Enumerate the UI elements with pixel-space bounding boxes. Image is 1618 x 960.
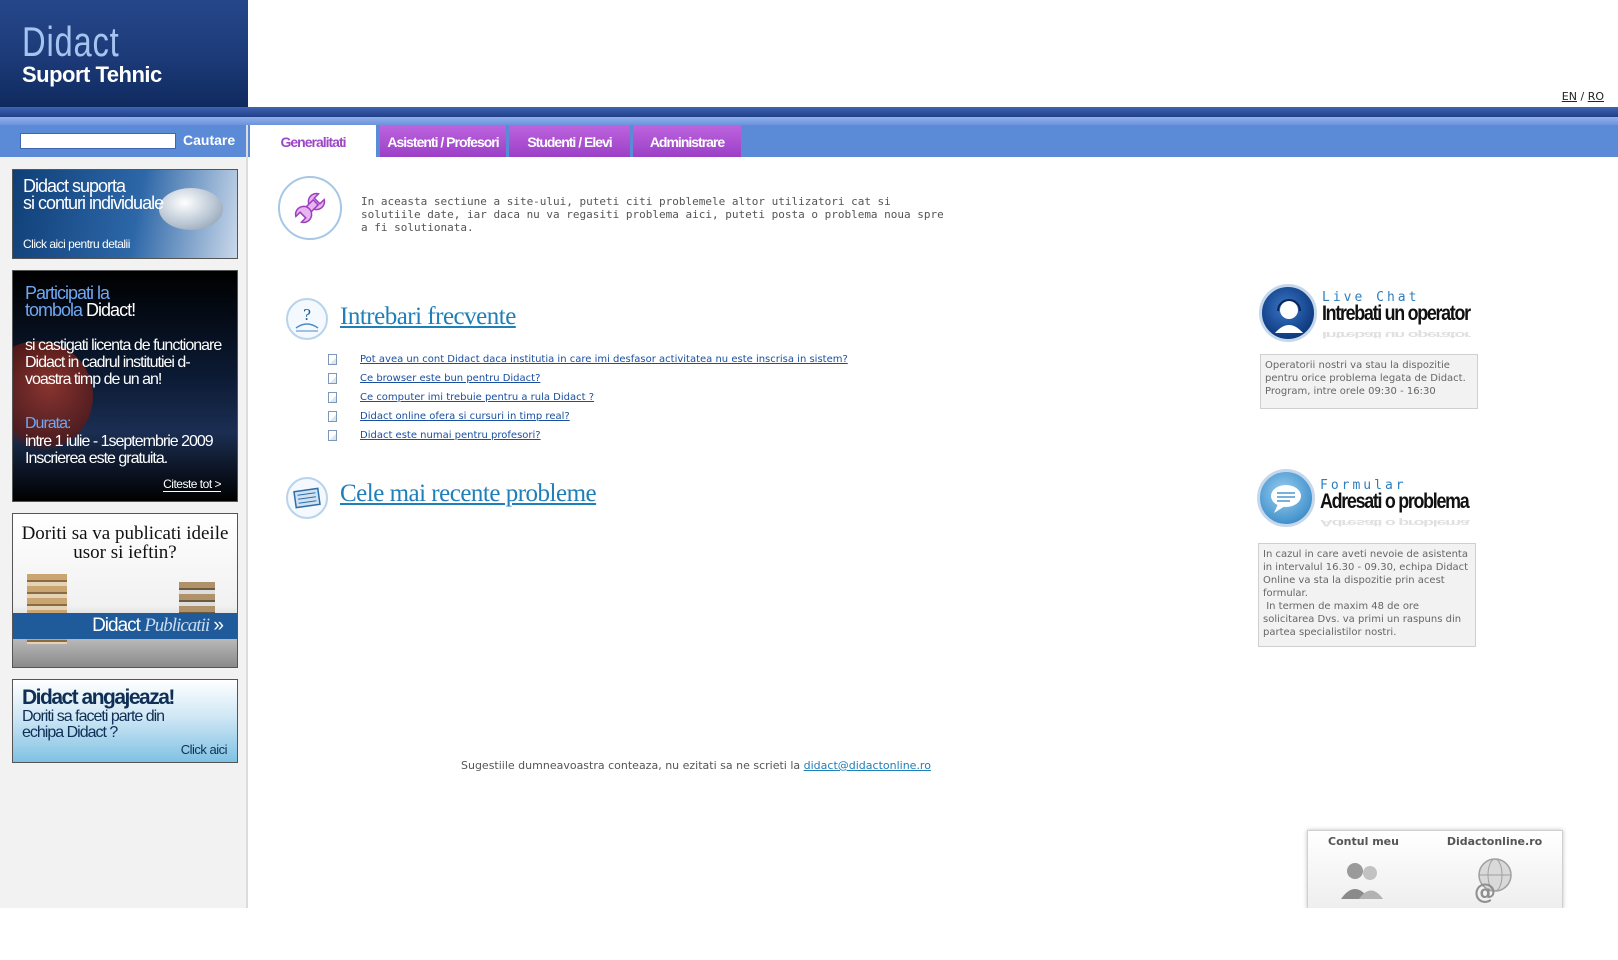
submit-problem-link[interactable]: Adresati o problema [1320,490,1470,514]
banner-line: si conturi individuale [23,193,164,213]
page-bottom [0,908,1618,960]
banner-body: si castigati licenta de functionare Dida… [25,337,222,388]
chevron-right-icon: » [209,615,224,636]
banner-publicatii[interactable]: Doriti sa va publicati ideile usor si ie… [12,513,238,668]
submit-problem-reflection: Adresati o problema [1320,517,1469,528]
tab-generalitati[interactable]: Generalitati [250,125,376,157]
header-band [0,107,1618,117]
sidebar: Cautare Didact suporta si conturi indivi… [0,125,248,908]
account-label: Contul meu [1328,835,1399,848]
account-link[interactable]: Contul meu [1308,831,1435,909]
banner-individual-accounts[interactable]: Didact suporta si conturi individuale Cl… [12,169,238,259]
banner-line: usor si ieftin? [73,542,177,563]
banner-jobs[interactable]: Didact angajeaza! Doriti sa faceti parte… [12,679,238,763]
lang-separator: / [1580,90,1585,103]
form-info: In cazul in care aveti nevoie de asisten… [1258,543,1476,647]
newspaper-icon [286,477,328,519]
banner-line: Doriti sa faceti parte din [22,708,165,725]
document-icon [328,354,337,365]
headset-icon[interactable] [1259,284,1317,342]
logo-part: Didact [92,615,145,636]
form-info-line: In termen de maxim 48 de ore solicitarea… [1263,601,1462,638]
tab-bar: Generalitati Asistenti / Profesori Stude… [248,125,1618,157]
publicatii-logo: Didact Publicatii » [92,615,224,637]
tab-asistenti-profesori[interactable]: Asistenti / Profesori [380,125,506,157]
banner-cta: Click aici pentru detalii [23,237,130,251]
banner-durata: intre 1 iulie - 1septembrie 2009 Inscrie… [25,433,214,467]
document-icon [328,430,337,441]
faq-title[interactable]: Intrebari frecvente [340,303,516,331]
faq-link[interactable]: Ce browser este bun pentru Didact? [360,373,540,384]
header-band-light [0,117,1618,125]
wrench-icon [278,176,342,240]
banner-title-2a: tombola [25,300,87,320]
quick-links: Contul meu Didactonline.ro @ [1307,830,1563,909]
faq-link[interactable]: Didact este numai pentru profesori? [360,430,541,441]
logo-subtitle: Suport Tehnic [22,62,162,87]
faq-link[interactable]: Pot avea un cont Didact daca institutia … [360,354,848,365]
speech-bubble-icon[interactable] [1257,469,1315,527]
banner-title: Didact angajeaza! [22,686,175,709]
site-label: Didactonline.ro [1446,835,1543,848]
globe-at-icon: @ [1469,855,1517,905]
chat-info: Operatorii nostri va stau la dispozitie … [1260,354,1478,409]
banner-line: Doriti sa va publicati ideile [21,523,229,544]
email-link[interactable]: didact@didactonline.ro [804,759,931,772]
svg-text:?: ? [303,306,311,324]
faq-link[interactable]: Didact online ofera si cursuri in timp r… [360,411,570,422]
intro-text: In aceasta sectiune a site-ului, puteti … [361,195,944,234]
suggestion-text: Sugestiile dumneavoastra conteaza, nu ez… [461,759,931,772]
header-area [248,0,1618,107]
svg-text:@: @ [1474,880,1496,903]
search-button[interactable]: Cautare [183,132,235,148]
recent-problems-title[interactable]: Cele mai recente probleme [340,480,597,508]
suggestion-label: Sugestiile dumneavoastra conteaza, nu ez… [461,759,804,772]
document-icon [328,392,337,403]
tab-studenti-elevi[interactable]: Studenti / Elevi [509,125,630,157]
lang-ro-link[interactable]: RO [1588,90,1604,103]
language-switcher: EN / RO [1562,90,1604,103]
banner-cta: Click aici [180,742,228,757]
tab-administrare[interactable]: Administrare [633,125,741,157]
logo-brand: Didact [22,18,120,65]
search-bar: Cautare [0,125,246,157]
form-info-line: In cazul in care aveti nevoie de asisten… [1263,549,1469,599]
ask-operator-reflection: Intrebati un operator [1322,329,1470,340]
document-icon [328,373,337,384]
search-input[interactable] [20,133,176,149]
banner-line: echipa Didact ? [22,724,118,741]
question-icon: ? [286,298,328,340]
lang-en-link[interactable]: EN [1562,90,1577,103]
read-more-link[interactable]: Citeste tot > [163,477,221,492]
users-icon [1338,855,1386,903]
logo[interactable]: Didact Suport Tehnic [0,0,248,107]
banner-raffle[interactable]: Participati la tombola Didact! si castig… [12,270,238,502]
logo-part: Publicatii [144,615,210,636]
didactonline-link[interactable]: Didactonline.ro @ [1435,831,1562,909]
ask-operator-link[interactable]: Intrebati un operator [1322,302,1471,326]
banner-title-2b: Didact! [86,300,136,320]
document-icon [328,411,337,422]
banner-durata-label: Durata: [25,415,71,432]
mouse-icon [159,188,223,230]
faq-link[interactable]: Ce computer imi trebuie pentru a rula Di… [360,392,594,403]
